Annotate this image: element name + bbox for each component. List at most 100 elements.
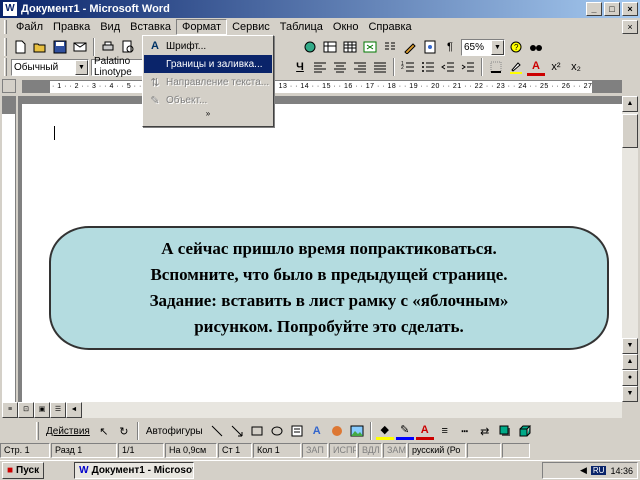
find-icon[interactable] xyxy=(527,38,545,56)
style-select[interactable]: Обычный ▼ xyxy=(11,58,89,76)
print-icon[interactable] xyxy=(99,38,117,56)
horizontal-scrollbar[interactable]: ≡ ⊡ ▣ ☰ ◄ xyxy=(2,402,622,418)
tables-icon[interactable] xyxy=(321,38,339,56)
vertical-scrollbar[interactable]: ▲ ▼ ▲ ● ▼ xyxy=(622,96,638,402)
decrease-indent-icon[interactable] xyxy=(439,58,457,76)
textbox-icon[interactable] xyxy=(288,422,306,440)
doc-close-button[interactable]: × xyxy=(622,20,638,34)
status-spelling[interactable] xyxy=(467,443,501,458)
subscript-icon[interactable]: x₂ xyxy=(567,58,585,76)
toolbar-grip[interactable] xyxy=(4,38,7,56)
select-browse-object-icon[interactable]: ● xyxy=(622,370,638,386)
start-button[interactable]: ■ Пуск xyxy=(2,462,45,479)
clock[interactable]: 14:36 xyxy=(610,466,633,476)
web-layout-icon[interactable]: ⊡ xyxy=(18,402,34,418)
underline-icon[interactable]: Ч xyxy=(291,58,309,76)
menu-item-borders-and-shading[interactable]: Границы и заливка... xyxy=(144,55,272,73)
numbering-icon[interactable]: 12 xyxy=(399,58,417,76)
email-icon[interactable] xyxy=(71,38,89,56)
menu-insert[interactable]: Вставка xyxy=(125,20,176,34)
maximize-button[interactable]: □ xyxy=(604,2,620,16)
dash-style-icon[interactable]: ┅ xyxy=(456,422,474,440)
arrow-style-icon[interactable]: ⇄ xyxy=(476,422,494,440)
menu-help[interactable]: Справка xyxy=(363,20,416,34)
volume-icon[interactable]: ◀ xyxy=(580,465,587,476)
line-style-icon[interactable]: ≡ xyxy=(436,422,454,440)
bullets-icon[interactable] xyxy=(419,58,437,76)
wordart-icon[interactable]: A xyxy=(308,422,326,440)
menu-window[interactable]: Окно xyxy=(328,20,364,34)
borders-icon[interactable] xyxy=(487,58,505,76)
align-right-icon[interactable] xyxy=(351,58,369,76)
scroll-down-icon[interactable]: ▼ xyxy=(622,338,638,354)
chevron-down-icon[interactable]: ▼ xyxy=(491,39,504,55)
menu-file[interactable]: Файл xyxy=(11,20,48,34)
menu-view[interactable]: Вид xyxy=(95,20,125,34)
show-formatting-icon[interactable]: ¶ xyxy=(441,38,459,56)
scroll-up-icon[interactable]: ▲ xyxy=(622,96,638,112)
menu-tools[interactable]: Сервис xyxy=(227,20,275,34)
status-ovr[interactable]: ЗАМ xyxy=(383,443,407,458)
minimize-button[interactable]: _ xyxy=(586,2,602,16)
taskbar-word-button[interactable]: W Документ1 - Microsof... xyxy=(74,462,195,479)
help-icon[interactable]: ? xyxy=(507,38,525,56)
vertical-scroll-thumb[interactable] xyxy=(622,114,638,148)
autoshapes-menu[interactable]: Автофигуры xyxy=(143,426,206,437)
font-color-icon[interactable]: A xyxy=(527,58,545,76)
3d-icon[interactable] xyxy=(516,422,534,440)
free-rotate-icon[interactable]: ↻ xyxy=(115,422,133,440)
close-button[interactable]: × xyxy=(622,2,638,16)
increase-indent-icon[interactable] xyxy=(459,58,477,76)
select-objects-icon[interactable]: ↖ xyxy=(95,422,113,440)
print-preview-icon[interactable] xyxy=(119,38,137,56)
menu-edit[interactable]: Правка xyxy=(48,20,95,34)
menu-format[interactable]: Формат xyxy=(176,19,228,35)
actions-menu[interactable]: Действия xyxy=(43,426,93,437)
chevron-down-icon[interactable]: ▼ xyxy=(75,59,88,75)
previous-page-icon[interactable]: ▲ xyxy=(622,354,638,370)
font-select[interactable]: Palatino Linotype xyxy=(91,56,147,78)
tab-selector[interactable] xyxy=(2,79,16,93)
word-app-icon[interactable]: W xyxy=(3,2,17,16)
superscript-icon[interactable]: x² xyxy=(547,58,565,76)
menu-expand-chevron-icon[interactable]: » xyxy=(144,109,272,121)
font-color-icon[interactable]: A xyxy=(415,422,434,440)
status-language[interactable]: русский (Ро xyxy=(408,443,466,458)
document-map-icon[interactable] xyxy=(421,38,439,56)
oval-icon[interactable] xyxy=(268,422,286,440)
instruction-callout[interactable]: А сейчас пришло время попрактиковаться. … xyxy=(49,226,609,350)
insert-picture-icon[interactable] xyxy=(348,422,366,440)
line-color-icon[interactable]: ✎ xyxy=(395,422,414,440)
arrow-icon[interactable] xyxy=(228,422,246,440)
save-icon[interactable] xyxy=(51,38,69,56)
status-ext[interactable]: ВДЛ xyxy=(358,443,382,458)
print-layout-icon[interactable]: ▣ xyxy=(34,402,50,418)
drawing-icon[interactable] xyxy=(401,38,419,56)
document-page[interactable]: А сейчас пришло время попрактиковаться. … xyxy=(22,104,622,402)
status-trk[interactable]: ИСПР xyxy=(329,443,357,458)
language-indicator[interactable]: RU xyxy=(590,466,607,475)
rectangle-icon[interactable] xyxy=(248,422,266,440)
menu-table[interactable]: Таблица xyxy=(275,20,328,34)
columns-icon[interactable] xyxy=(381,38,399,56)
globe-icon[interactable] xyxy=(301,38,319,56)
toolbar-grip[interactable] xyxy=(4,58,7,76)
highlight-icon[interactable] xyxy=(507,58,525,76)
open-folder-icon[interactable] xyxy=(31,38,49,56)
justify-icon[interactable] xyxy=(371,58,389,76)
menu-item-font[interactable]: A Шрифт... xyxy=(144,37,272,55)
menu-grip[interactable] xyxy=(4,20,7,34)
status-rec[interactable]: ЗАП xyxy=(302,443,328,458)
insert-excel-icon[interactable] xyxy=(361,38,379,56)
next-page-icon[interactable]: ▼ xyxy=(622,386,638,402)
normal-view-icon[interactable]: ≡ xyxy=(2,402,18,418)
shadow-icon[interactable] xyxy=(496,422,514,440)
align-left-icon[interactable] xyxy=(311,58,329,76)
outline-view-icon[interactable]: ☰ xyxy=(50,402,66,418)
new-document-icon[interactable] xyxy=(11,38,29,56)
zoom-select[interactable]: 65% ▼ xyxy=(461,38,505,56)
clipart-icon[interactable] xyxy=(328,422,346,440)
fill-color-icon[interactable]: ◆ xyxy=(375,422,394,440)
scroll-left-icon[interactable]: ◄ xyxy=(66,402,82,418)
title-bar[interactable]: W Документ1 - Microsoft Word _ □ × xyxy=(0,0,640,18)
